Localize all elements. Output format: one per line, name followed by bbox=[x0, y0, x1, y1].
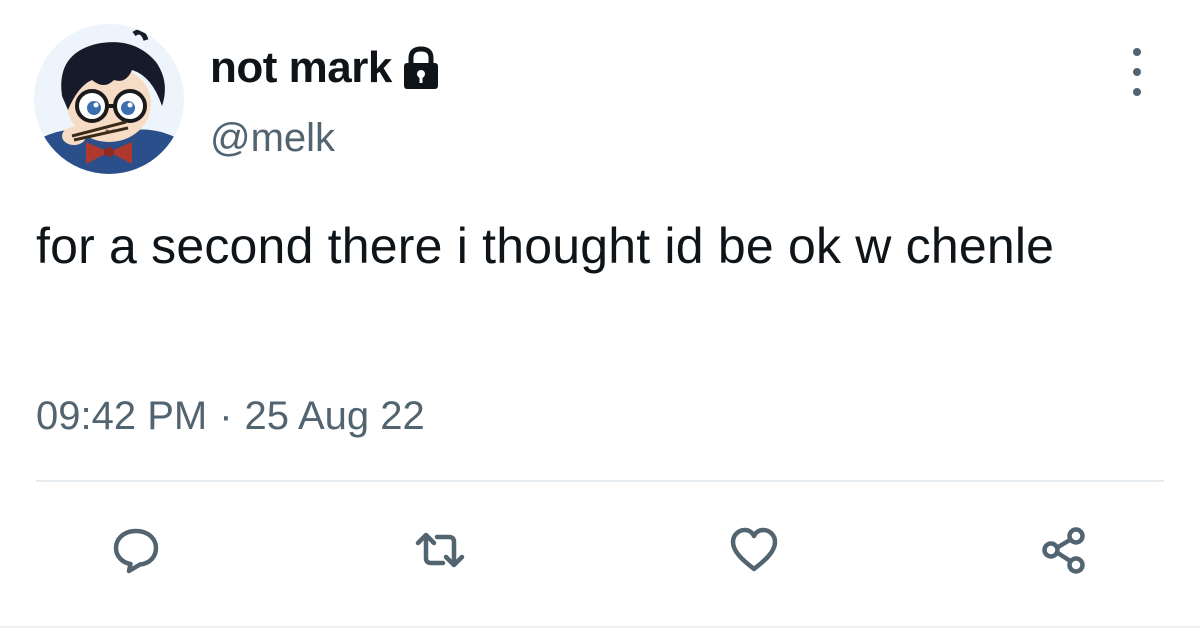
tweet-card: not mark @melk for a second there i thou… bbox=[0, 0, 1200, 638]
more-dot-icon bbox=[1133, 48, 1141, 56]
tweet-timestamp[interactable]: 09:42 PM · 25 Aug 22 bbox=[36, 396, 425, 436]
more-dot-icon bbox=[1133, 68, 1141, 76]
retweet-button[interactable] bbox=[410, 520, 470, 580]
more-options-button[interactable] bbox=[1122, 48, 1152, 96]
divider bbox=[36, 480, 1164, 482]
avatar-image bbox=[34, 24, 184, 174]
display-name-row: not mark bbox=[210, 40, 442, 96]
tweet-date: 25 Aug 22 bbox=[244, 394, 425, 438]
retweet-icon bbox=[415, 532, 465, 568]
reply-button[interactable] bbox=[106, 520, 166, 580]
handle[interactable]: @melk bbox=[210, 118, 335, 158]
lock-icon bbox=[400, 45, 442, 91]
share-button[interactable] bbox=[1034, 520, 1094, 580]
bottom-border bbox=[0, 626, 1200, 628]
tweet-time: 09:42 PM bbox=[36, 394, 208, 438]
avatar[interactable] bbox=[34, 24, 184, 174]
more-dot-icon bbox=[1133, 88, 1141, 96]
heart-icon bbox=[730, 527, 778, 572]
timestamp-separator: · bbox=[219, 394, 233, 438]
display-name[interactable]: not mark bbox=[210, 46, 392, 90]
tweet-text: for a second there i thought id be ok w … bbox=[36, 218, 1055, 274]
like-button[interactable] bbox=[724, 520, 784, 580]
reply-icon bbox=[113, 528, 159, 574]
share-icon bbox=[1042, 527, 1085, 574]
